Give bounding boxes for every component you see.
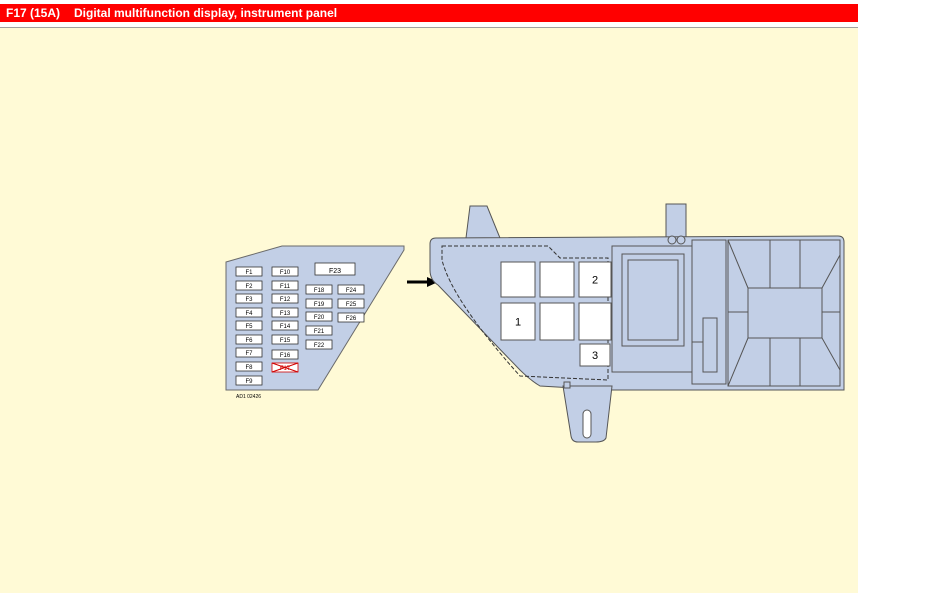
fuse-label: F3 <box>245 297 253 303</box>
clip-circle-right <box>676 235 686 245</box>
fuse-f1: F1 <box>235 266 263 277</box>
relay-slot <box>539 302 575 341</box>
fuse-f24: F24 <box>337 284 365 295</box>
fuse-f20: F20 <box>305 311 333 322</box>
fuse-label: F2 <box>245 284 253 290</box>
relay-socket <box>539 261 575 298</box>
fuse-label: F18 <box>314 288 325 294</box>
fuse-label: F16 <box>280 353 291 359</box>
fuse-f5: F5 <box>235 320 263 331</box>
fuse-f3: F3 <box>235 293 263 304</box>
fuse-label: F8 <box>245 365 253 371</box>
relay-1: 1 <box>500 302 536 341</box>
relay-socket <box>539 302 575 341</box>
fuse-label: F15 <box>280 338 291 344</box>
fuse-f12: F12 <box>271 293 299 304</box>
fuse-label: F25 <box>346 302 357 308</box>
fuse-f16: F16 <box>271 349 299 360</box>
fuse-f22: F22 <box>305 339 333 350</box>
relay-label: 3 <box>592 350 598 362</box>
relay-socket <box>500 261 536 298</box>
fuse-f4: F4 <box>235 307 263 318</box>
top-tab-right <box>665 203 687 239</box>
fuse-f26: F26 <box>337 312 365 323</box>
top-tab-left <box>465 205 501 239</box>
relay-socket <box>578 302 612 341</box>
fuse-f13: F13 <box>271 307 299 318</box>
fuse-label: F4 <box>245 311 253 317</box>
fuse-f11: F11 <box>271 280 299 291</box>
fuse-f2: F2 <box>235 280 263 291</box>
fuse-f21: F21 <box>305 325 333 336</box>
fuse-f9: F9 <box>235 375 263 386</box>
fuse-box-diagram: F1 F2 F3 F4 F5 F6 F7 F8 F9 F10 F11 F12 F13 F14 F15 F16 F… <box>225 203 845 443</box>
relay-label: 1 <box>515 317 521 329</box>
fuse-label: F5 <box>245 324 253 330</box>
relay-3: 3 <box>579 343 611 367</box>
reference-code: AD1 02426 <box>236 394 261 400</box>
fuse-label: F9 <box>245 379 253 385</box>
relay-label: 2 <box>592 275 598 287</box>
fuse-f8: F8 <box>235 361 263 372</box>
relay-slot <box>578 302 612 341</box>
fuse-label: F23 <box>329 268 341 275</box>
clip-circle-left <box>667 235 677 245</box>
fuse-f25: F25 <box>337 298 365 309</box>
fuse-f23: F23 <box>314 262 356 276</box>
relay-2: 2 <box>578 261 612 298</box>
notch-left <box>563 381 571 389</box>
fuse-label: F13 <box>280 311 291 317</box>
fuse-label: F1 <box>245 270 253 276</box>
fuse-label: F10 <box>280 270 291 276</box>
fuse-f17: F17 <box>271 362 299 373</box>
fuse-label: F11 <box>280 284 291 290</box>
fuse-label: F20 <box>314 315 325 321</box>
mounting-slot <box>582 409 592 439</box>
fuse-label: F14 <box>280 324 291 330</box>
fuse-f15: F15 <box>271 334 299 345</box>
fuse-label: F24 <box>346 288 357 294</box>
fuse-label: F12 <box>280 297 291 303</box>
fuse-f14: F14 <box>271 320 299 331</box>
fuse-f6: F6 <box>235 334 263 345</box>
fuse-label: F19 <box>314 302 325 308</box>
fuse-label: F21 <box>314 329 325 335</box>
fuse-f19: F19 <box>305 298 333 309</box>
relay-slot <box>539 261 575 298</box>
fuse-label: F26 <box>346 316 357 322</box>
fuse-label: F6 <box>245 338 253 344</box>
fuse-f10: F10 <box>271 266 299 277</box>
fuse-label: F22 <box>314 343 325 349</box>
fuse-f7: F7 <box>235 347 263 358</box>
fuse-label: F7 <box>245 351 253 357</box>
relay-slot <box>500 261 536 298</box>
fuse-f18: F18 <box>305 284 333 295</box>
